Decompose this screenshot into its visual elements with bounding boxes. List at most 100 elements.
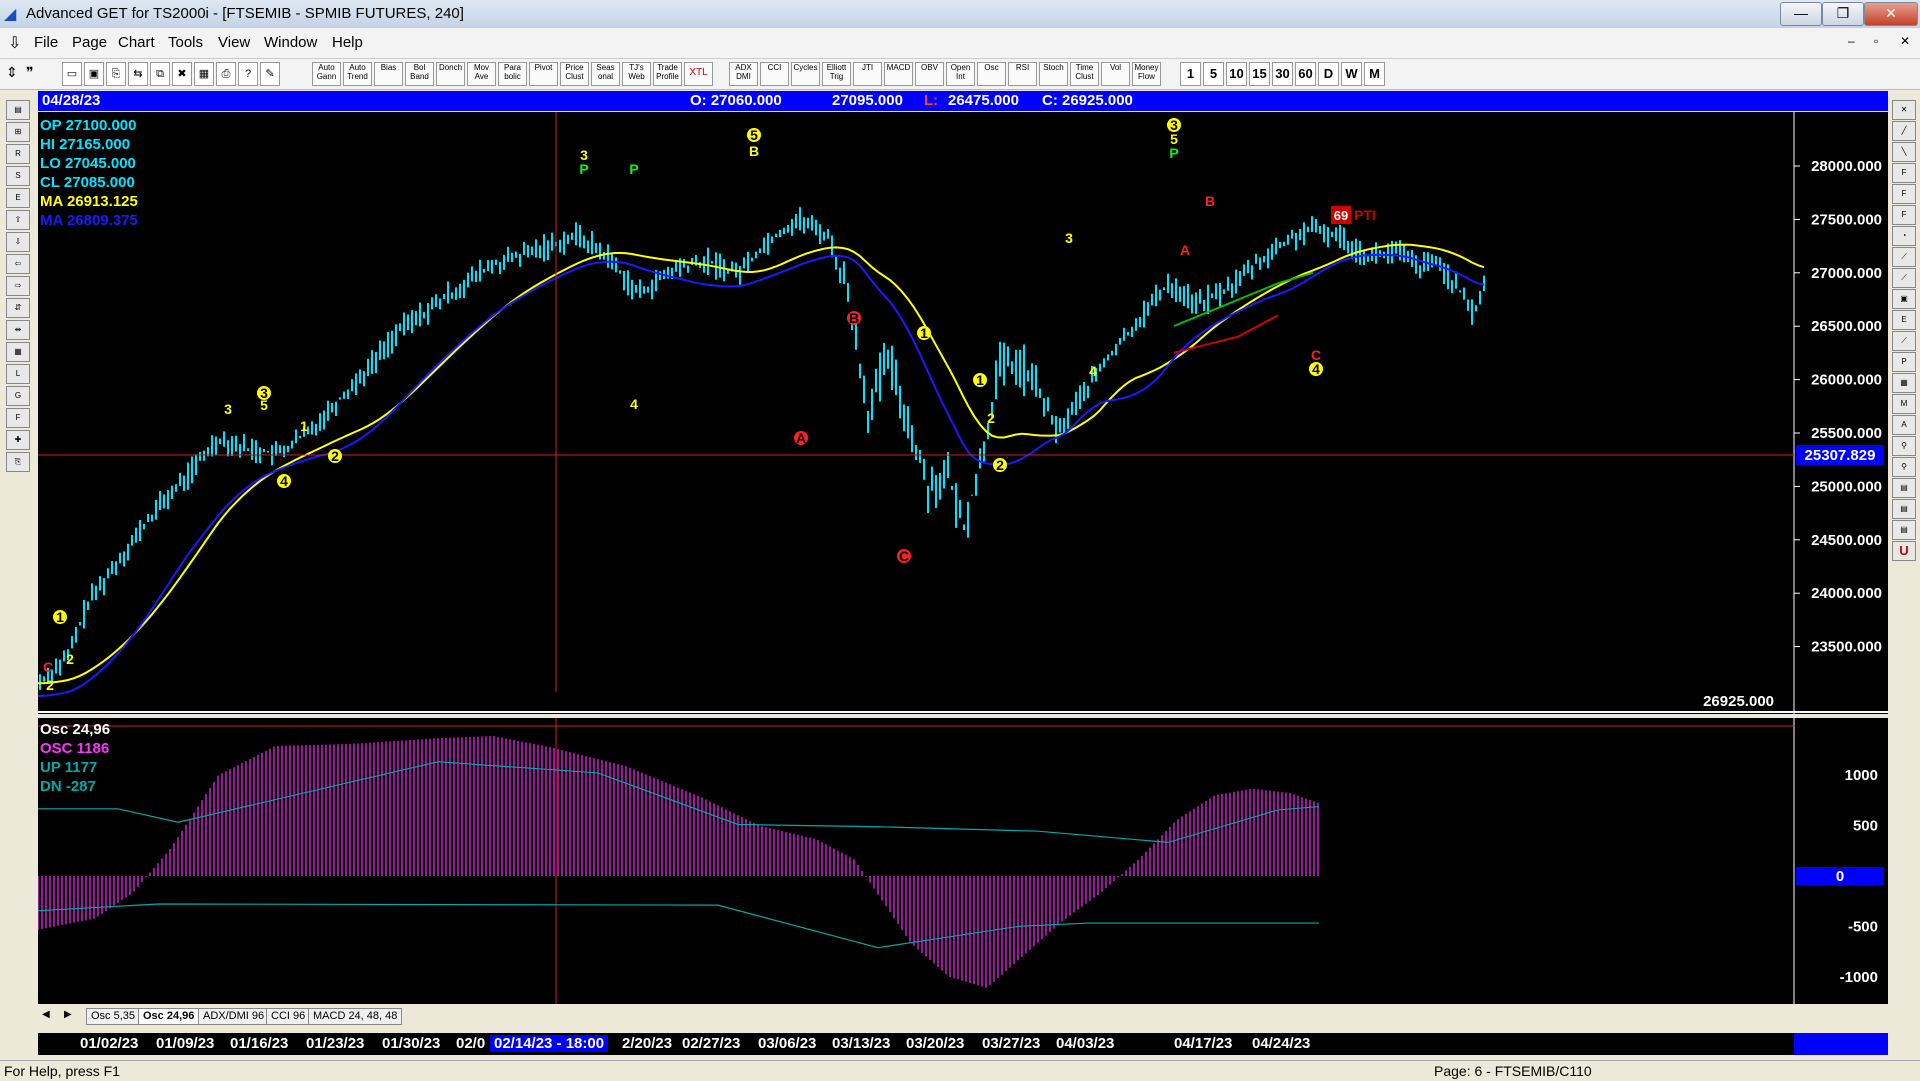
file-tool-icon[interactable]: ⎙ (216, 62, 236, 86)
study-button[interactable]: Vol (1101, 62, 1130, 86)
drawing-tool-icon[interactable]: L (6, 364, 30, 384)
study-button[interactable]: Price Clust (560, 62, 589, 86)
study-button[interactable]: Money Flow (1132, 62, 1161, 86)
chart-tool-icon[interactable]: F (1892, 163, 1916, 183)
tab-osc-24-96[interactable]: Osc 24,96 (138, 1008, 200, 1025)
timeframe-button[interactable]: 30 (1272, 62, 1293, 86)
menu-view[interactable]: View (218, 34, 250, 51)
drawing-tool-icon[interactable]: ⇹ (6, 320, 30, 340)
study-button[interactable]: RSI (1008, 62, 1037, 86)
study-button[interactable]: MACD (884, 62, 913, 86)
chart-tool-icon[interactable]: ⚲ (1892, 436, 1916, 456)
mdi-restore-icon[interactable]: ▫ (1874, 34, 1878, 48)
timeframe-button[interactable]: W (1341, 62, 1362, 86)
tab-scroll-right-icon[interactable]: ▶ (64, 1009, 72, 1020)
drawing-tool-icon[interactable]: ⇨ (6, 276, 30, 296)
chart-tool-icon[interactable]: M (1892, 394, 1916, 414)
arrow-icon[interactable]: ⇕ (6, 64, 18, 81)
study-button[interactable]: Auto Trend (343, 62, 372, 86)
price-chart[interactable]: C2123354123P P45BBAC11223435PBAC4 28000.0… (38, 112, 1888, 714)
minimize-button[interactable]: — (1780, 2, 1822, 26)
menu-tools[interactable]: Tools (168, 34, 203, 51)
drawing-tool-icon[interactable]: ▤ (6, 100, 30, 120)
file-tool-icon[interactable]: ? (238, 62, 258, 86)
timeframe-button[interactable]: 1 (1180, 62, 1201, 86)
tab-adx-dmi[interactable]: ADX/DMI 96 (198, 1008, 270, 1025)
timeframe-button[interactable]: 60 (1295, 62, 1316, 86)
study-button[interactable]: Stoch (1039, 62, 1068, 86)
oscillator-panel[interactable]: 1000 500 0 -500 -1000 Osc 24,96 OSC 1186 UP … (38, 718, 1888, 1004)
study-button[interactable]: Time Clust (1070, 62, 1099, 86)
chart-tool-icon[interactable]: F (1892, 184, 1916, 204)
drawing-tool-icon[interactable]: ⊞ (6, 122, 30, 142)
timeframe-button[interactable]: D (1318, 62, 1339, 86)
tab-cci[interactable]: CCI 96 (266, 1008, 311, 1025)
mdi-minimize-icon[interactable]: – (1848, 34, 1855, 48)
timeframe-button[interactable]: M (1364, 62, 1385, 86)
study-button[interactable]: Auto Gann (312, 62, 341, 86)
drawing-tool-icon[interactable]: ⇧ (6, 210, 30, 230)
chart-tool-icon[interactable]: U (1892, 541, 1916, 561)
drawing-tool-icon[interactable]: F (6, 408, 30, 428)
chart-tool-icon[interactable]: ⟋ (1892, 331, 1916, 351)
drawing-tool-icon[interactable]: E (6, 188, 30, 208)
chart-tool-icon[interactable]: ⟋ (1892, 268, 1916, 288)
chart-tool-icon[interactable]: ◔ (1892, 226, 1916, 246)
tab-osc-5-35[interactable]: Osc 5,35 (86, 1008, 141, 1025)
chart-tool-icon[interactable]: P (1892, 352, 1916, 372)
chart-tool-icon[interactable]: ⟋ (1892, 247, 1916, 267)
file-tool-icon[interactable]: ⧉ (150, 62, 170, 86)
file-tool-icon[interactable]: ⎘ (106, 62, 126, 86)
file-tool-icon[interactable]: ▣ (84, 62, 104, 86)
tab-macd[interactable]: MACD 24, 48, 48 (308, 1008, 403, 1025)
file-tool-icon[interactable]: ▦ (194, 62, 214, 86)
chart-tool-icon[interactable]: ╱ (1892, 121, 1916, 141)
study-button[interactable]: Seas onal (591, 62, 620, 86)
study-button[interactable]: Para bolic (498, 62, 527, 86)
study-button[interactable]: Trade Profile (653, 62, 682, 86)
menu-chart[interactable]: Chart (118, 34, 155, 51)
study-button[interactable]: Mov Ave (467, 62, 496, 86)
study-button[interactable]: Open Int (946, 62, 975, 86)
mdi-close-icon[interactable]: ✕ (1900, 34, 1910, 48)
chart-tool-icon[interactable]: F (1892, 205, 1916, 225)
tab-scroll-left-icon[interactable]: ◀ (42, 1009, 50, 1020)
maximize-button[interactable]: ❐ (1822, 2, 1864, 26)
menu-help[interactable]: Help (332, 34, 363, 51)
study-button[interactable]: JTI (853, 62, 882, 86)
study-button[interactable]: Donch (436, 62, 465, 86)
drawing-tool-icon[interactable]: ⇩ (6, 232, 30, 252)
drawing-tool-icon[interactable]: ⎘ (6, 452, 30, 472)
drawing-tool-icon[interactable]: R (6, 144, 30, 164)
study-button[interactable]: OBV (915, 62, 944, 86)
close-button[interactable]: ✕ (1864, 2, 1918, 26)
file-tool-icon[interactable]: ✎ (260, 62, 280, 86)
study-button[interactable]: Cycles (791, 62, 820, 86)
chart-tool-icon[interactable]: E (1892, 310, 1916, 330)
timeframe-button[interactable]: 10 (1226, 62, 1247, 86)
chart-tool-icon[interactable]: ▤ (1892, 520, 1916, 540)
study-button[interactable]: Osc (977, 62, 1006, 86)
study-button[interactable]: ADX DMI (729, 62, 758, 86)
drawing-tool-icon[interactable]: ✚ (6, 430, 30, 450)
study-button[interactable]: TJ's Web (622, 62, 651, 86)
timeframe-button[interactable]: 15 (1249, 62, 1270, 86)
chart-tool-icon[interactable]: ⚲ (1892, 457, 1916, 477)
chart-tool-icon[interactable]: ▤ (1892, 478, 1916, 498)
drawing-tool-icon[interactable]: ▦ (6, 342, 30, 362)
menu-page[interactable]: Page (72, 34, 107, 51)
drawing-tool-icon[interactable]: G (6, 386, 30, 406)
study-button[interactable]: Bol Band (405, 62, 434, 86)
timeframe-button[interactable]: 5 (1203, 62, 1224, 86)
study-button[interactable]: XTL (684, 62, 713, 86)
study-button[interactable]: Pivot (529, 62, 558, 86)
chart-tool-icon[interactable]: ▤ (1892, 499, 1916, 519)
file-tool-icon[interactable]: ✖ (172, 62, 192, 86)
file-tool-icon[interactable]: ⇆ (128, 62, 148, 86)
study-button[interactable]: Bias (374, 62, 403, 86)
menu-window[interactable]: Window (264, 34, 317, 51)
quote-icon[interactable]: ❞ (26, 64, 34, 81)
study-button[interactable]: Elliott Trig (822, 62, 851, 86)
study-button[interactable]: CCI (760, 62, 789, 86)
chart-tool-icon[interactable]: ╲ (1892, 142, 1916, 162)
